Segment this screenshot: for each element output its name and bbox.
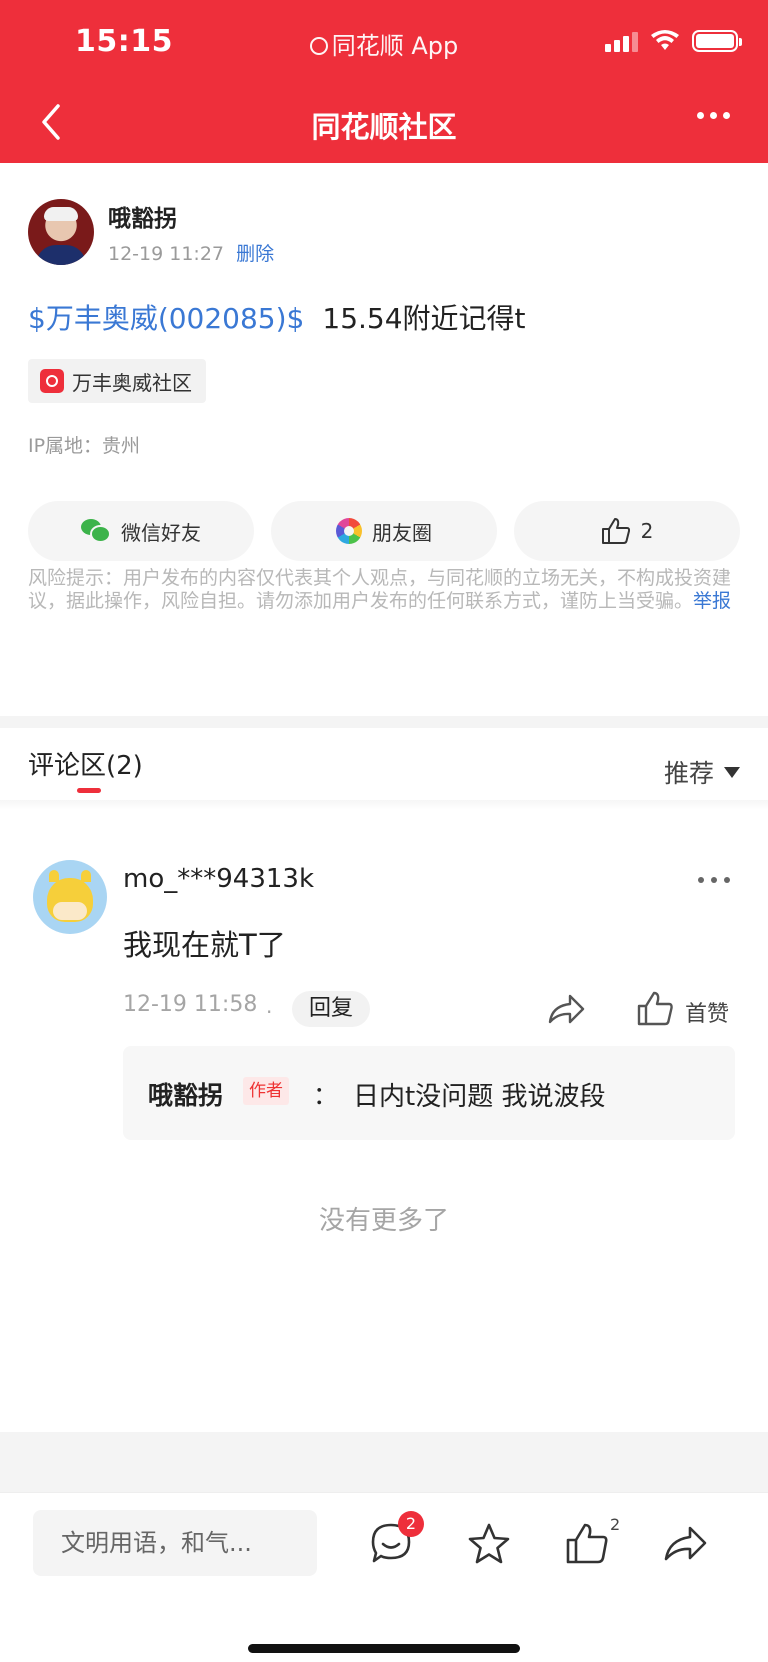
share-moments-button[interactable]: 朋友圈	[271, 501, 497, 561]
comments-header-shadow	[0, 800, 768, 810]
wechat-icon	[81, 519, 111, 543]
comments-title[interactable]: 评论区(2)	[28, 745, 143, 782]
community-tag[interactable]: 万丰奥威社区	[28, 359, 206, 403]
battery-icon	[692, 30, 742, 52]
post-meta: 12-19 11:27 删除	[108, 239, 274, 266]
page-title: 同花顺社区	[311, 110, 457, 144]
sort-label: 推荐	[663, 759, 714, 788]
sort-dropdown[interactable]: 推荐	[664, 754, 740, 790]
share-wechat-label: 微信好友	[121, 520, 201, 545]
share-icon[interactable]	[546, 990, 586, 1028]
share-wechat-button[interactable]: 微信好友	[28, 501, 254, 561]
moments-icon	[336, 518, 362, 544]
report-link[interactable]: 举报	[693, 590, 731, 612]
share-icon[interactable]	[662, 1521, 708, 1567]
post-like-button[interactable]: 2	[514, 501, 740, 561]
like-icon[interactable]	[564, 1521, 610, 1567]
bottom-action-bar: 文明用语，和气... 2 2	[0, 1492, 768, 1662]
delete-button[interactable]: 删除	[236, 243, 274, 265]
comment-like-label[interactable]: 首赞	[685, 996, 729, 1028]
top-header: 15:15 同花顺 App 同花顺社区	[0, 0, 768, 163]
risk-notice: 风险提示：用户发布的内容仅代表其个人观点，与同花顺的立场无关，不构成投资建议，据…	[28, 567, 740, 613]
star-icon[interactable]	[466, 1521, 512, 1567]
signal-icon	[605, 30, 638, 52]
home-indicator	[248, 1644, 520, 1653]
comment-like-icon[interactable]	[636, 990, 674, 1028]
app-logo-icon	[309, 37, 328, 55]
section-divider	[0, 716, 768, 728]
comment-count-badge: 2	[398, 1511, 424, 1537]
share-row: 微信好友 朋友圈 2	[28, 501, 740, 561]
community-icon	[40, 369, 64, 393]
app-name-text: 同花顺 App	[331, 32, 459, 60]
comment-separator: ·	[266, 1000, 273, 1024]
comments-tab-indicator	[77, 788, 101, 793]
stock-link[interactable]: $万丰奥威(002085)$	[28, 302, 304, 335]
reply-button[interactable]: 回复	[292, 991, 370, 1027]
end-of-list-text: 没有更多了	[318, 1206, 449, 1236]
post-content: $万丰奥威(002085)$ 15.54附近记得t	[28, 297, 526, 337]
reply-author[interactable]: 哦豁拐	[148, 1076, 223, 1112]
author-avatar[interactable]	[28, 199, 94, 265]
like-count: 2	[610, 1515, 621, 1534]
thumbs-up-icon	[601, 518, 630, 544]
comment-time: 12-19 11:58	[123, 992, 258, 1017]
risk-notice-text: 风险提示：用户发布的内容仅代表其个人观点，与同花顺的立场无关，不构成投资建议，据…	[28, 567, 732, 612]
post-text: 15.54附近记得t	[322, 302, 526, 335]
reply-text: 日内t没问题 我说波段	[353, 1082, 606, 1112]
share-moments-label: 朋友圈	[372, 520, 432, 545]
ip-location: IP属地：贵州	[28, 435, 141, 457]
post-like-count: 2	[640, 519, 654, 543]
commenter-name[interactable]: mo_***94313k	[123, 864, 314, 894]
author-name[interactable]: 哦豁拐	[108, 199, 177, 233]
author-badge: 作者	[243, 1077, 289, 1105]
status-icons	[605, 30, 742, 52]
caret-down-icon	[724, 766, 740, 778]
community-tag-label: 万丰奥威社区	[72, 370, 192, 395]
comment-input[interactable]: 文明用语，和气...	[33, 1510, 317, 1576]
more-icon[interactable]	[697, 112, 730, 119]
commenter-avatar[interactable]	[33, 860, 107, 934]
post-datetime: 12-19 11:27	[108, 243, 225, 265]
bottom-spacer	[0, 1432, 768, 1492]
wifi-icon	[651, 30, 679, 50]
reply-colon: ：	[313, 1081, 339, 1110]
reply-item[interactable]: 哦豁拐 作者 ： 日内t没问题 我说波段	[123, 1046, 735, 1140]
comment-text: 我现在就T了	[123, 928, 286, 962]
comment-more-icon[interactable]	[698, 877, 730, 883]
